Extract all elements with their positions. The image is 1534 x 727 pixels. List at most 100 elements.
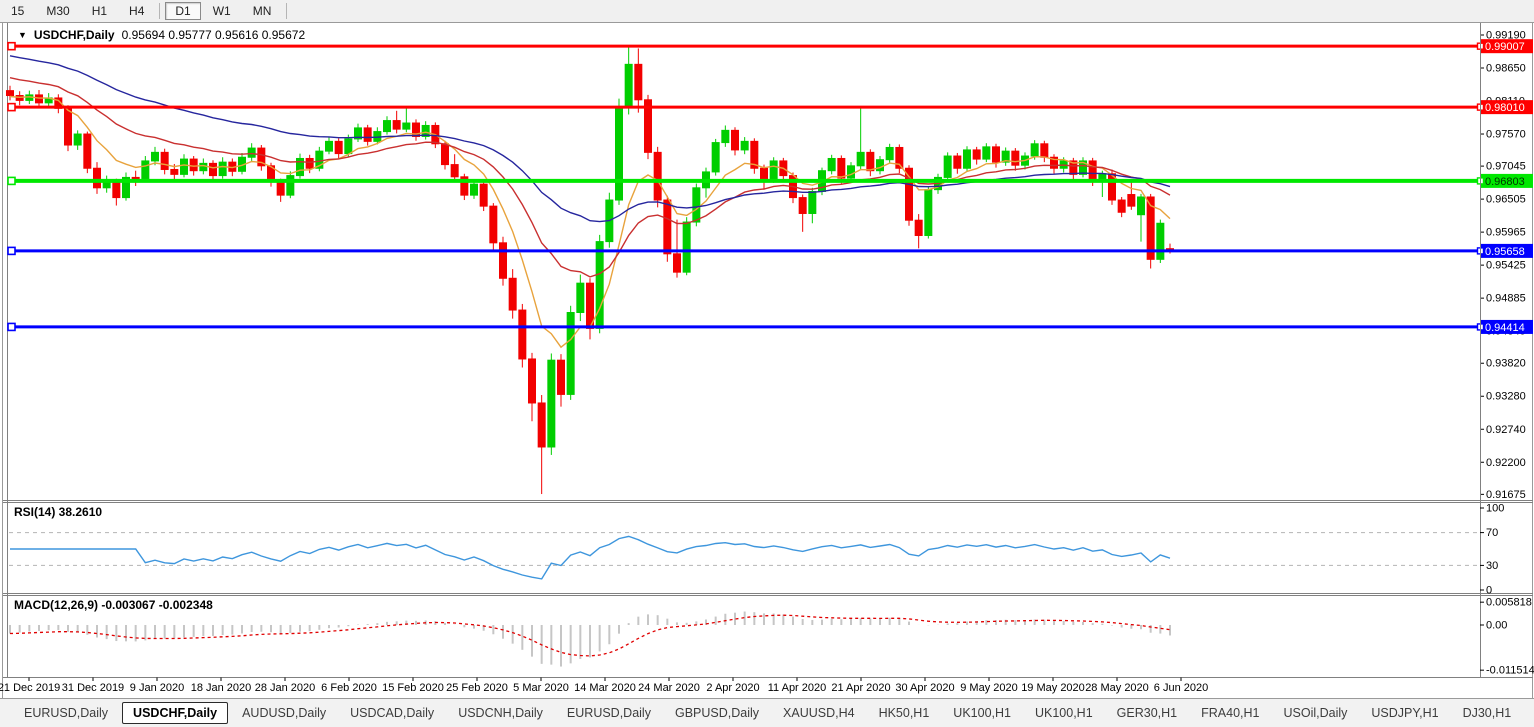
rsi-tick-label: 30 bbox=[1486, 560, 1498, 572]
chart-tab-gbpusd-daily[interactable]: GBPUSD,Daily bbox=[665, 703, 769, 723]
candle-up bbox=[683, 222, 690, 272]
candle-up bbox=[596, 242, 603, 329]
candle-up bbox=[181, 159, 188, 174]
level-line-handle[interactable] bbox=[8, 177, 15, 184]
candle-down bbox=[393, 121, 400, 130]
main-chart[interactable]: 0.991900.986500.981100.975700.970450.965… bbox=[0, 0, 1534, 727]
candle-down bbox=[529, 359, 536, 403]
chart-tab-hk50-h1[interactable]: HK50,H1 bbox=[869, 703, 940, 723]
candle-down bbox=[915, 220, 922, 235]
level-line-handle[interactable] bbox=[8, 247, 15, 254]
candle-up bbox=[74, 134, 81, 145]
price-tick-label: 0.92740 bbox=[1486, 424, 1526, 436]
candle-up bbox=[1031, 144, 1038, 156]
date-tick-label: 18 Jan 2020 bbox=[191, 682, 252, 694]
candle-down bbox=[558, 360, 565, 394]
chart-tab-usoil-daily[interactable]: USOil,Daily bbox=[1273, 703, 1357, 723]
price-badge-0.95658: 0.95658 bbox=[1478, 244, 1534, 258]
date-tick-label: 30 Apr 2020 bbox=[895, 682, 954, 694]
chart-tab-usdcad-daily[interactable]: USDCAD,Daily bbox=[340, 703, 444, 723]
candle-down bbox=[1041, 144, 1048, 157]
candle-up bbox=[248, 148, 255, 157]
svg-text:0.95658: 0.95658 bbox=[1485, 246, 1525, 258]
candle-down bbox=[867, 152, 874, 170]
chart-tab-fra40-h1[interactable]: FRA40,H1 bbox=[1191, 703, 1269, 723]
candle-down bbox=[113, 182, 120, 198]
timeframe-button-w1[interactable]: W1 bbox=[203, 2, 241, 20]
rsi-tick-label: 100 bbox=[1486, 503, 1504, 515]
date-tick-label: 6 Feb 2020 bbox=[321, 682, 377, 694]
date-tick-label: 15 Feb 2020 bbox=[382, 682, 444, 694]
chart-ohlc-values: 0.95694 0.95777 0.95616 0.95672 bbox=[122, 28, 306, 42]
timeframe-button-mn[interactable]: MN bbox=[243, 2, 282, 20]
candle-up bbox=[964, 150, 971, 168]
chart-tab-eurusd-daily[interactable]: EURUSD,Daily bbox=[557, 703, 661, 723]
svg-text:0.96803: 0.96803 bbox=[1485, 176, 1525, 188]
date-tick-label: 25 Feb 2020 bbox=[446, 682, 508, 694]
timeframe-button-h4[interactable]: H4 bbox=[119, 2, 154, 20]
macd-tick-label: 0.005818 bbox=[1486, 597, 1532, 609]
chart-tab-uk100-h1[interactable]: UK100,H1 bbox=[943, 703, 1021, 723]
candle-down bbox=[132, 177, 139, 179]
candle-down bbox=[36, 95, 43, 103]
level-line-handle[interactable] bbox=[8, 43, 15, 50]
date-tick-label: 6 Jun 2020 bbox=[1154, 682, 1208, 694]
chart-tab-ger30-h1[interactable]: GER30,H1 bbox=[1107, 703, 1187, 723]
date-tick-label: 24 Mar 2020 bbox=[638, 682, 700, 694]
chart-tab-eurusd-daily[interactable]: EURUSD,Daily bbox=[14, 703, 118, 723]
candle-down bbox=[954, 156, 961, 168]
candle-up bbox=[693, 188, 700, 222]
candle-up bbox=[722, 130, 729, 142]
candle-down bbox=[1118, 200, 1125, 212]
chart-tab-usdchf-daily[interactable]: USDCHF,Daily bbox=[122, 702, 228, 724]
candle-down bbox=[335, 141, 342, 153]
candle-up bbox=[857, 152, 864, 165]
price-tick-label: 0.93820 bbox=[1486, 358, 1526, 370]
candle-down bbox=[161, 152, 168, 169]
timeframe-button-m30[interactable]: M30 bbox=[36, 2, 79, 20]
timeframe-button-15[interactable]: 15 bbox=[1, 2, 34, 20]
symbol-dropdown-icon[interactable]: ▼ bbox=[18, 30, 27, 40]
macd-tick-label: -0.011514 bbox=[1486, 665, 1534, 677]
candle-down bbox=[171, 169, 178, 174]
candle-down bbox=[442, 144, 449, 165]
tab-scroll-left-icon[interactable]: ◄ bbox=[1525, 708, 1534, 719]
chart-tab-dj30-h1[interactable]: DJ30,H1 bbox=[1453, 703, 1522, 723]
timeframe-button-h1[interactable]: H1 bbox=[82, 2, 117, 20]
date-tick-label: 14 Mar 2020 bbox=[574, 682, 636, 694]
candle-down bbox=[654, 152, 661, 200]
candle-down bbox=[1012, 151, 1019, 165]
candle-up bbox=[848, 166, 855, 178]
candle-down bbox=[65, 108, 72, 145]
chart-tab-usdjpy-h1[interactable]: USDJPY,H1 bbox=[1361, 703, 1448, 723]
candle-down bbox=[490, 206, 497, 243]
candle-up bbox=[1138, 197, 1145, 215]
candle-down bbox=[500, 243, 507, 278]
candle-down bbox=[538, 403, 545, 447]
candle-down bbox=[210, 163, 217, 175]
chart-tab-xauusd-h4[interactable]: XAUUSD,H4 bbox=[773, 703, 865, 723]
chart-tab-uk100-h1[interactable]: UK100,H1 bbox=[1025, 703, 1103, 723]
price-badge-0.98010: 0.98010 bbox=[1478, 100, 1534, 114]
chart-tab-audusd-daily[interactable]: AUDUSD,Daily bbox=[232, 703, 336, 723]
candle-down bbox=[973, 150, 980, 159]
candle-down bbox=[664, 200, 671, 254]
candle-up bbox=[577, 283, 584, 312]
date-tick-label: 9 May 2020 bbox=[960, 682, 1017, 694]
candle-down bbox=[7, 91, 14, 96]
candle-up bbox=[384, 121, 391, 132]
candle-down bbox=[761, 168, 768, 179]
candle-up bbox=[770, 161, 777, 179]
chart-tab-usdcnh-daily[interactable]: USDCNH,Daily bbox=[448, 703, 553, 723]
candle-up bbox=[567, 313, 574, 395]
candle-down bbox=[1128, 195, 1135, 207]
level-line-handle[interactable] bbox=[8, 323, 15, 330]
rsi-tick-label: 0 bbox=[1486, 585, 1492, 597]
timeframe-toolbar: 15M30H1H4 D1W1MN bbox=[0, 0, 1534, 23]
candle-up bbox=[219, 162, 226, 175]
timeframe-button-d1[interactable]: D1 bbox=[165, 2, 200, 20]
price-tick-label: 0.95965 bbox=[1486, 227, 1526, 239]
level-line-handle[interactable] bbox=[8, 104, 15, 111]
candle-down bbox=[1089, 161, 1096, 181]
candle-up bbox=[287, 176, 294, 196]
